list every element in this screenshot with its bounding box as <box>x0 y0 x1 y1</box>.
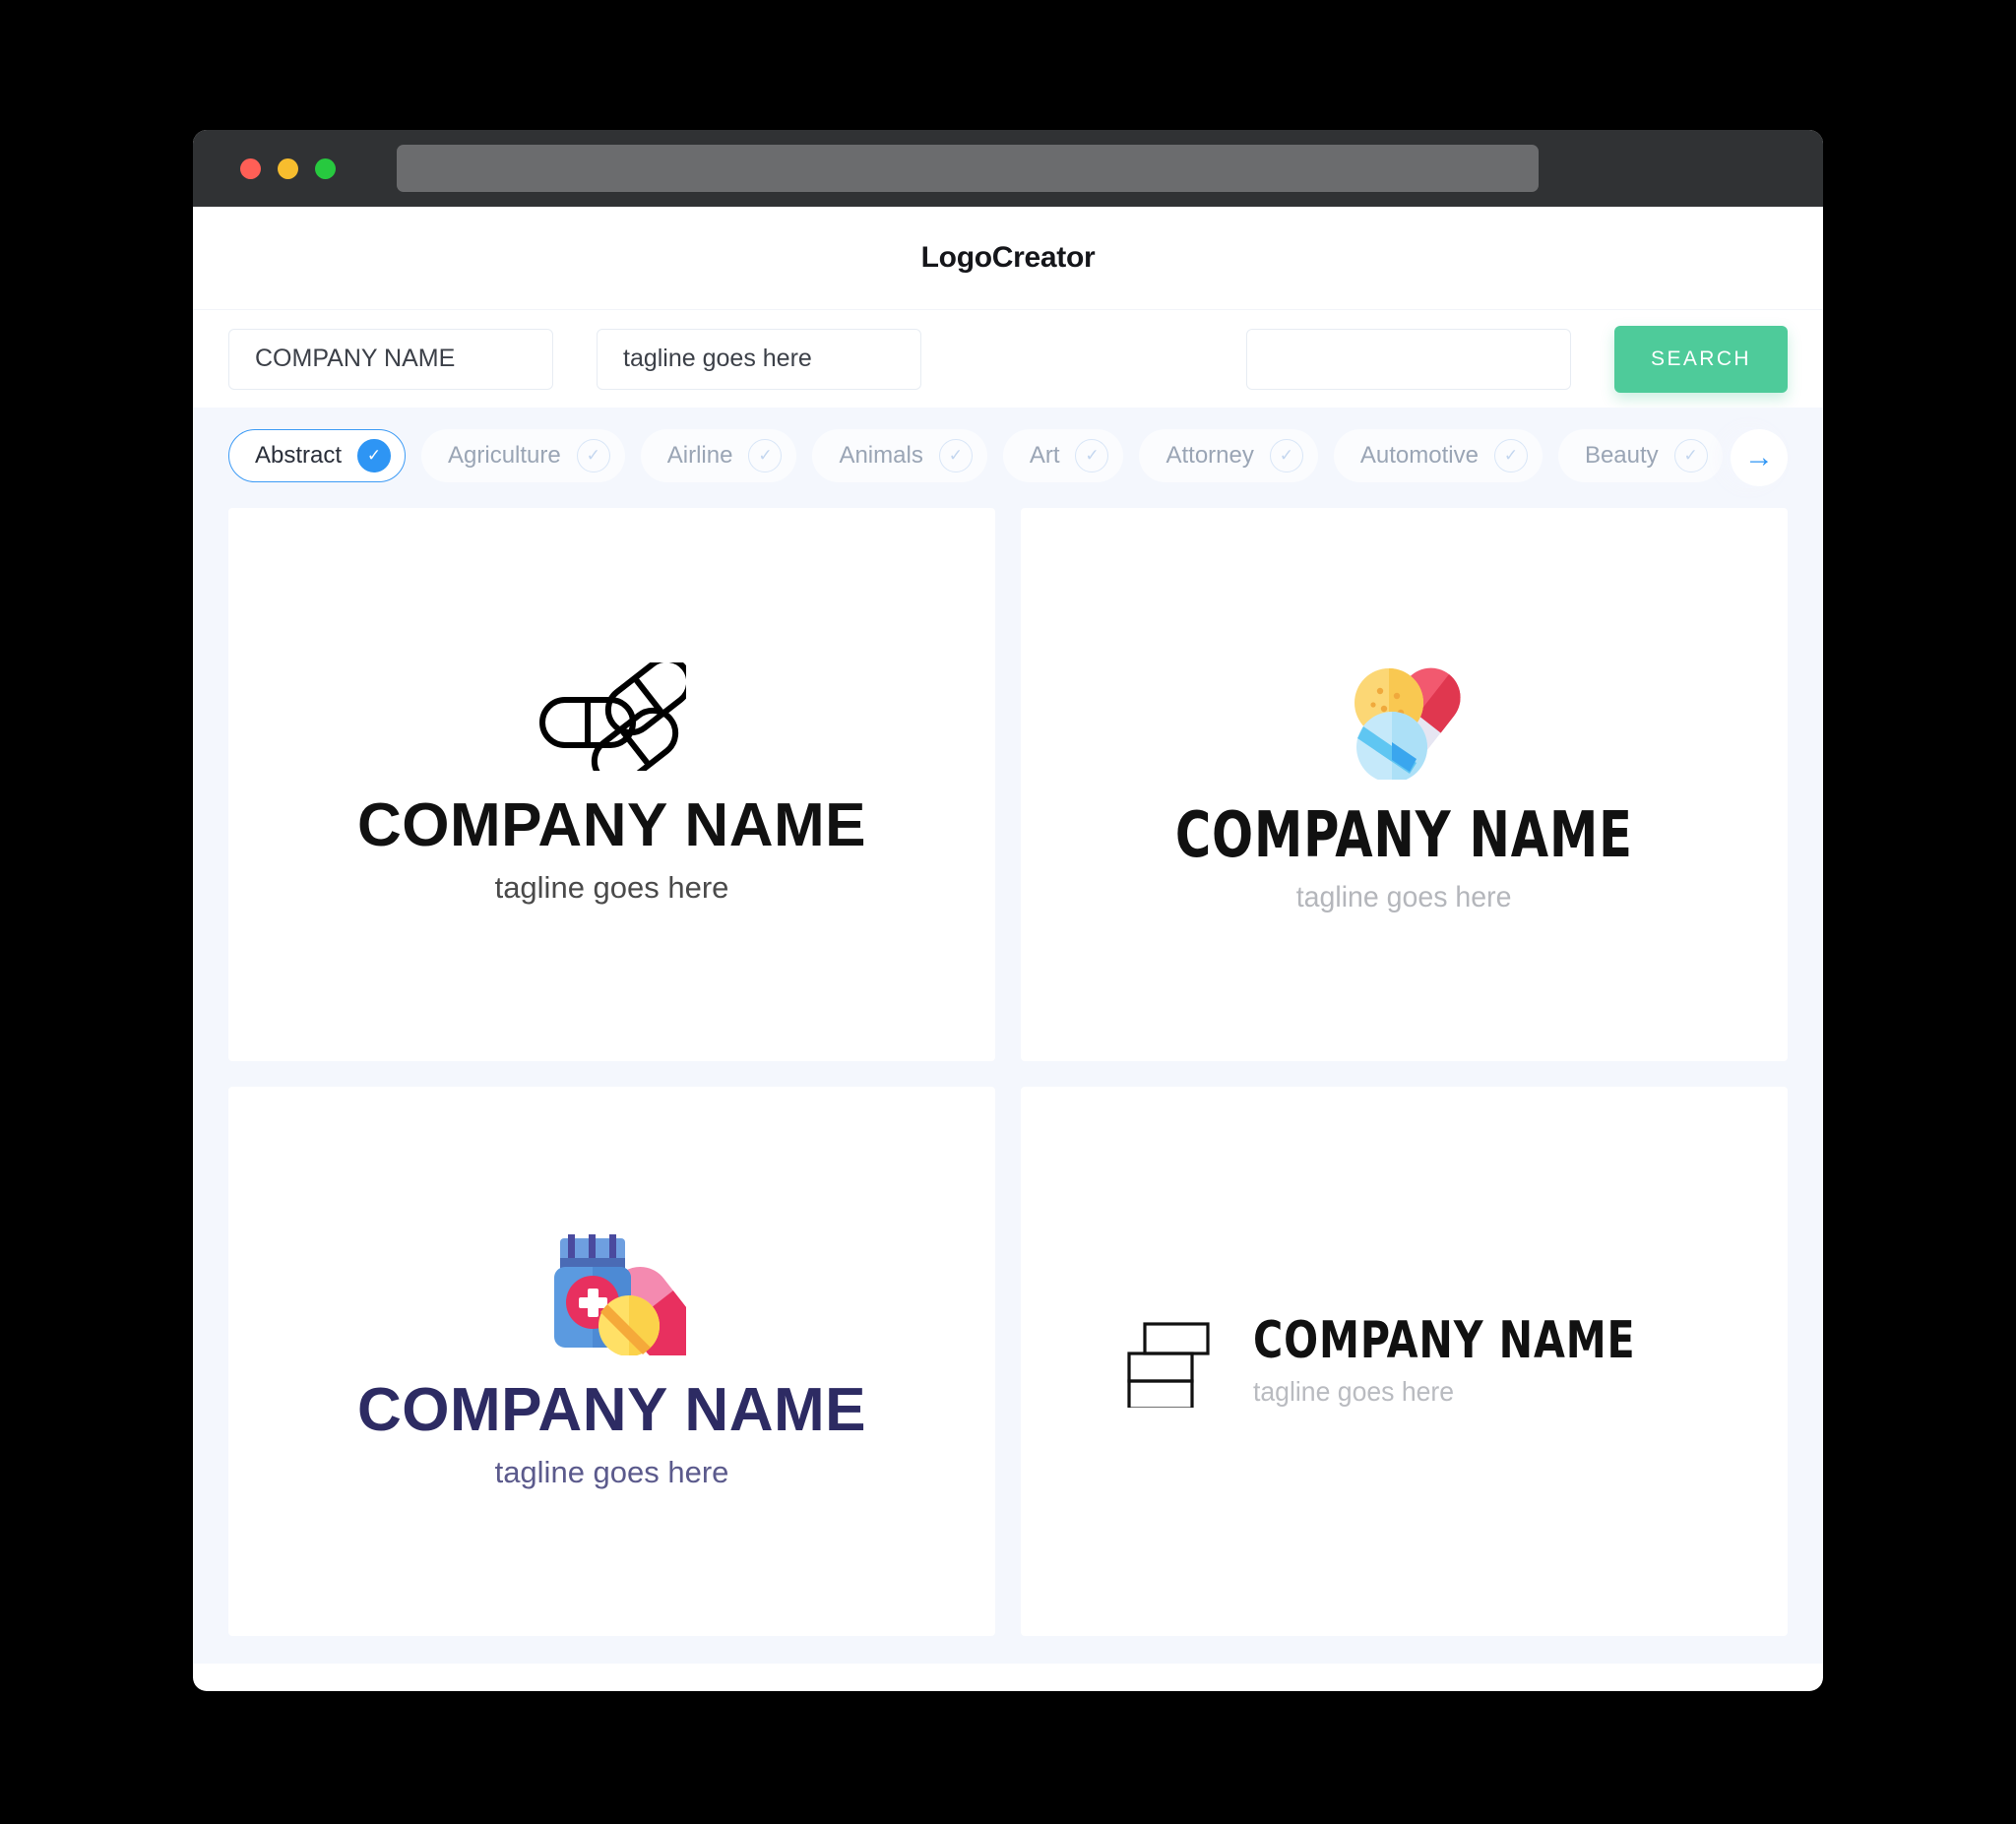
browser-titlebar <box>193 130 1823 207</box>
logo-company-name: COMPANY NAME <box>357 1375 866 1444</box>
category-chip-animals[interactable]: Animals ✓ <box>812 429 987 482</box>
logo-card[interactable]: COMPANY NAME tagline goes here <box>1021 508 1788 1061</box>
logo-card[interactable]: COMPANY NAME tagline goes here <box>228 1086 995 1636</box>
stacked-rectangles-outline-icon <box>1121 1309 1220 1413</box>
maximize-window-button[interactable] <box>315 157 336 179</box>
logo-tagline: tagline goes here <box>494 1454 729 1489</box>
category-filter-bar: Abstract ✓ Agriculture ✓ Airline ✓ Animals ✓ Art… <box>193 408 1823 508</box>
category-chip-attorney[interactable]: Attorney ✓ <box>1139 429 1318 482</box>
tagline-input[interactable] <box>597 328 921 390</box>
logo-tagline: tagline goes here <box>1252 1375 1454 1407</box>
logo-preview: COMPANY NAME tagline goes here <box>1138 654 1670 914</box>
logo-preview: COMPANY NAME tagline goes here <box>1121 1309 1688 1413</box>
arrow-right-icon[interactable]: → <box>1731 429 1788 486</box>
category-chip-agriculture[interactable]: Agriculture ✓ <box>421 429 625 482</box>
category-chip-label: Beauty <box>1584 442 1659 469</box>
minimize-window-button[interactable] <box>278 157 298 179</box>
page-root: LogoCreator SEARCH Abstract ✓ Agriculture ✓… <box>0 0 2016 1824</box>
three-capsules-outline-icon <box>538 657 692 787</box>
company-name-input[interactable] <box>228 328 553 390</box>
category-chip-label: Abstract <box>255 442 343 469</box>
category-chip-airline[interactable]: Airline ✓ <box>640 429 797 482</box>
logo-card[interactable]: COMPANY NAME tagline goes here <box>228 508 995 1061</box>
category-chip-label: Agriculture <box>448 442 561 469</box>
category-chip-beauty[interactable]: Beauty ✓ <box>1557 429 1723 482</box>
app-title: LogoCreator <box>920 241 1096 274</box>
colored-pills-icon <box>1341 654 1469 785</box>
category-chip-label: Art <box>1029 442 1060 469</box>
logo-tagline: tagline goes here <box>1296 881 1512 914</box>
check-icon: ✓ <box>357 439 392 472</box>
check-icon: ✓ <box>1075 439 1109 472</box>
traffic-light-buttons <box>240 157 336 179</box>
logo-preview: COMPANY NAME tagline goes here <box>357 657 866 906</box>
category-chip-list: Abstract ✓ Agriculture ✓ Airline ✓ Animals ✓ Art… <box>228 429 1788 482</box>
logo-results-grid: COMPANY NAME tagline goes here COMPANY N… <box>193 508 1823 1664</box>
check-icon: ✓ <box>1673 439 1708 472</box>
browser-window: LogoCreator SEARCH Abstract ✓ Agriculture ✓… <box>193 130 1823 1691</box>
check-icon: ✓ <box>1269 439 1303 472</box>
logo-company-name: COMPANY NAME <box>357 791 866 860</box>
keyword-input[interactable] <box>1246 328 1571 390</box>
check-icon: ✓ <box>1493 439 1528 472</box>
logo-preview: COMPANY NAME tagline goes here <box>357 1232 866 1490</box>
category-chip-automotive[interactable]: Automotive ✓ <box>1333 429 1543 482</box>
search-button[interactable]: SEARCH <box>1614 325 1788 393</box>
search-toolbar: SEARCH <box>193 309 1823 408</box>
check-icon: ✓ <box>576 439 610 472</box>
app-header: LogoCreator <box>193 207 1823 309</box>
logo-tagline: tagline goes here <box>494 870 729 906</box>
category-chip-label: Airline <box>666 442 733 469</box>
category-chip-art[interactable]: Art ✓ <box>1002 429 1124 482</box>
logo-company-name: COMPANY NAME <box>1175 799 1633 873</box>
category-chip-label: Attorney <box>1166 442 1254 469</box>
check-icon: ✓ <box>938 439 973 472</box>
check-icon: ✓ <box>748 439 783 472</box>
close-window-button[interactable] <box>240 157 261 179</box>
url-bar[interactable] <box>397 145 1539 192</box>
medicine-bottle-pills-icon <box>538 1232 699 1363</box>
category-chip-label: Animals <box>839 442 923 469</box>
category-chip-abstract[interactable]: Abstract ✓ <box>228 429 407 482</box>
logo-company-name: COMPANY NAME <box>1252 1310 1636 1370</box>
logo-card[interactable]: COMPANY NAME tagline goes here <box>1021 1086 1788 1636</box>
category-chip-label: Automotive <box>1359 442 1479 469</box>
